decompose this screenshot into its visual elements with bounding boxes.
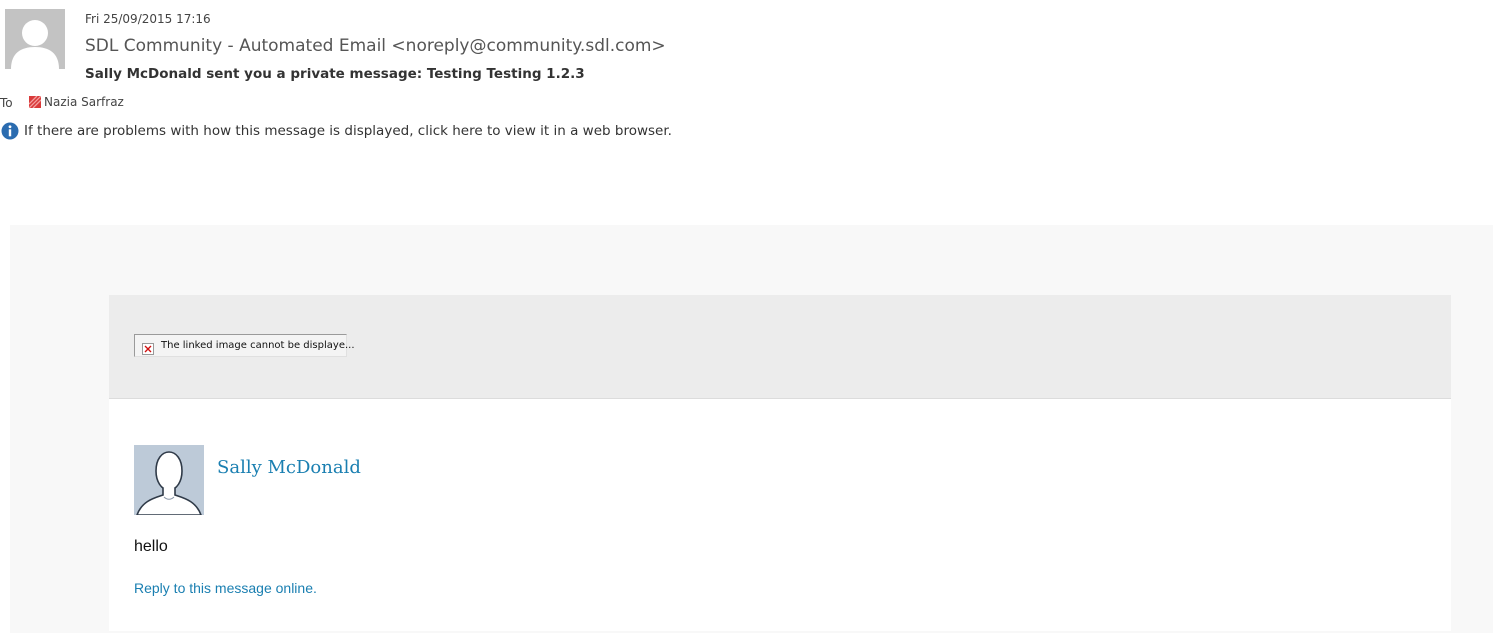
recipient-name[interactable]: Nazia Sarfraz (44, 95, 124, 109)
sender-address[interactable]: SDL Community - Automated Email <noreply… (85, 36, 666, 56)
broken-image-icon (142, 340, 154, 355)
author-name-link[interactable]: Sally McDonald (217, 457, 361, 478)
email-content-panel (109, 399, 1451, 631)
author-avatar[interactable] (134, 445, 204, 515)
person-silhouette-icon (5, 9, 65, 69)
sent-date: Fri 25/09/2015 17:16 (85, 12, 211, 26)
to-label: To (0, 96, 13, 110)
person-silhouette-icon (134, 445, 204, 515)
info-message[interactable]: If there are problems with how this mess… (24, 123, 672, 139)
presence-status-icon (28, 95, 42, 109)
recipient[interactable]: Nazia Sarfraz (28, 95, 124, 109)
reply-online-link[interactable]: Reply to this message online. (134, 580, 317, 596)
sender-avatar (5, 9, 65, 69)
message-text: hello (134, 538, 168, 555)
info-icon (1, 122, 19, 140)
info-bar[interactable]: If there are problems with how this mess… (1, 122, 672, 140)
broken-image-alt-text: The linked image cannot be displaye... (161, 340, 355, 351)
email-subject: Sally McDonald sent you a private messag… (85, 66, 585, 82)
broken-image-placeholder: The linked image cannot be displaye... (134, 334, 355, 357)
